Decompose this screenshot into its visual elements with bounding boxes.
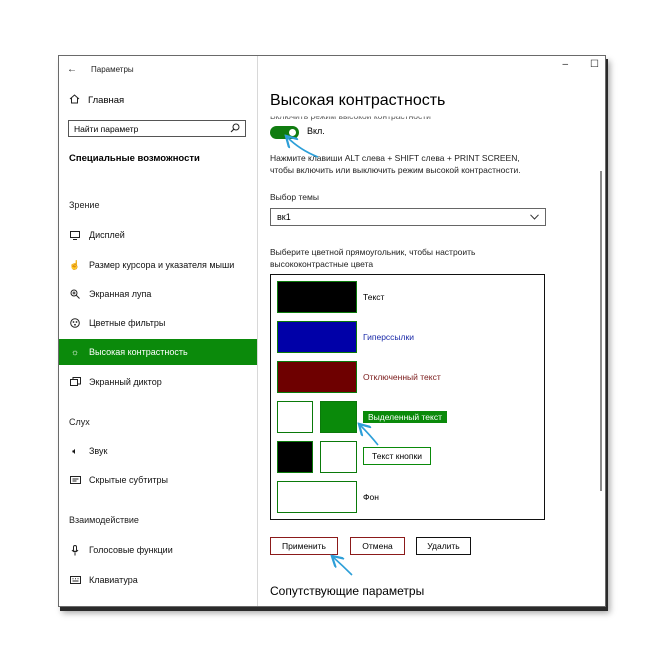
back-arrow-icon[interactable]: ← [67, 64, 77, 75]
search-input[interactable]: Найти параметр [68, 120, 246, 137]
sidebar-item-label: Высокая контрастность [89, 347, 188, 357]
main-content: – ☐ Высокая контрастность Включить режим… [258, 56, 605, 606]
cursor-icon: ☝ [69, 259, 81, 270]
sidebar-item-label: Скрытые субтитры [89, 475, 169, 485]
group-interaction: Взаимодействие [69, 515, 139, 525]
theme-select-value: вк1 [277, 212, 291, 222]
search-placeholder: Найти параметр [74, 123, 139, 134]
sidebar-item-captions[interactable]: Скрытые субтитры [59, 467, 257, 493]
background-swatch-label: Фон [363, 492, 379, 502]
group-vision: Зрение [69, 200, 100, 210]
window-title: Параметры [91, 64, 134, 74]
display-icon [69, 230, 81, 240]
theme-select[interactable]: вк1 [270, 208, 546, 226]
text-color-swatch[interactable] [277, 281, 357, 313]
sidebar-item-display[interactable]: Дисплей [59, 222, 257, 248]
button-text-bg-swatch[interactable] [320, 441, 357, 473]
selected-text-fg-swatch[interactable] [277, 401, 313, 433]
captions-icon [69, 476, 81, 484]
toggle-knob [289, 129, 296, 136]
color-hint-line: высококонтрастные цвета [270, 259, 374, 269]
speaker-icon: 🔈︎ [72, 445, 78, 456]
sidebar-item-label: Экранная лупа [89, 289, 152, 299]
color-swatch-panel: Текст Гиперссылки Отключенный текст Выде… [270, 274, 545, 520]
minimize-button[interactable]: – [562, 59, 568, 70]
sidebar-item-label: Дисплей [89, 230, 125, 240]
sidebar-item-label: Звук [89, 446, 108, 456]
button-text-fg-swatch[interactable] [277, 441, 313, 473]
hyperlink-swatch-label: Гиперссылки [363, 332, 414, 342]
cancel-button[interactable]: Отмена [350, 537, 405, 555]
button-swatch-label: Текст кнопки [363, 447, 431, 465]
related-settings-heading: Сопутствующие параметры [270, 584, 425, 598]
sidebar-item-speech[interactable]: Голосовые функции [59, 537, 257, 563]
home-link[interactable]: Главная [69, 94, 124, 107]
background-color-swatch[interactable] [277, 481, 357, 513]
disabled-swatch-label: Отключенный текст [363, 372, 441, 382]
magnifier-icon [69, 289, 81, 299]
sidebar-item-narrator[interactable]: Экранный диктор [59, 369, 257, 395]
section-title: Специальные возможности [69, 153, 200, 164]
chevron-down-icon [530, 212, 539, 222]
microphone-icon [69, 544, 81, 556]
shortcut-hint-line: чтобы включить или выключить режим высок… [270, 165, 521, 175]
scrollbar[interactable] [600, 171, 602, 491]
title-bar: ← Параметры [67, 62, 134, 76]
sidebar-item-label: Клавиатура [89, 575, 138, 585]
narrator-icon [69, 377, 81, 387]
sidebar: ← Параметры Главная Найти параметр Специ… [59, 56, 258, 606]
toggle-caption: Включить режим высокой контрастности [270, 111, 431, 122]
hyperlink-color-swatch[interactable] [277, 321, 357, 353]
settings-window: ← Параметры Главная Найти параметр Специ… [58, 55, 606, 607]
color-hint: Выберите цветной прямоугольник, чтобы на… [270, 246, 475, 270]
sidebar-item-keyboard[interactable]: Клавиатура [59, 567, 257, 593]
disabled-text-color-swatch[interactable] [277, 361, 357, 393]
home-label: Главная [88, 95, 125, 106]
color-hint-line: Выберите цветной прямоугольник, чтобы на… [270, 247, 476, 257]
high-contrast-toggle[interactable] [270, 126, 299, 139]
keyboard-icon [69, 576, 81, 584]
shortcut-hint-line: Нажмите клавиши ALT слева + SHIFT слева … [270, 153, 520, 163]
window-controls: – ☐ [562, 59, 599, 70]
selected-text-bg-swatch[interactable] [320, 401, 357, 433]
sidebar-item-high-contrast[interactable]: ☼ Высокая контрастность [59, 339, 257, 365]
page-title: Высокая контрастность [270, 92, 446, 109]
apply-button[interactable]: Применить [270, 537, 338, 555]
sidebar-item-audio[interactable]: 🔈︎ Звук [59, 438, 257, 464]
sidebar-item-magnifier[interactable]: Экранная лупа [59, 281, 257, 307]
sidebar-item-label: Размер курсора и указателя мыши [89, 260, 235, 270]
sidebar-item-cursor[interactable]: ☝ Размер курсора и указателя мыши [59, 252, 257, 278]
sidebar-item-label: Голосовые функции [89, 545, 173, 555]
color-filter-icon [69, 318, 81, 328]
home-icon [69, 94, 80, 107]
text-swatch-label: Текст [363, 292, 385, 302]
selected-swatch-label: Выделенный текст [363, 411, 447, 423]
shortcut-hint: Нажмите клавиши ALT слева + SHIFT слева … [270, 152, 521, 176]
delete-button[interactable]: Удалить [416, 537, 471, 555]
search-icon[interactable] [230, 123, 240, 135]
contrast-icon: ☼ [70, 347, 80, 357]
maximize-button[interactable]: ☐ [590, 59, 599, 70]
sidebar-item-label: Цветные фильтры [89, 318, 166, 328]
sidebar-item-label: Экранный диктор [89, 377, 162, 387]
sidebar-item-color-filters[interactable]: Цветные фильтры [59, 310, 257, 336]
group-hearing: Слух [69, 417, 90, 427]
theme-label: Выбор темы [270, 192, 319, 202]
toggle-state-label: Вкл. [307, 126, 325, 136]
